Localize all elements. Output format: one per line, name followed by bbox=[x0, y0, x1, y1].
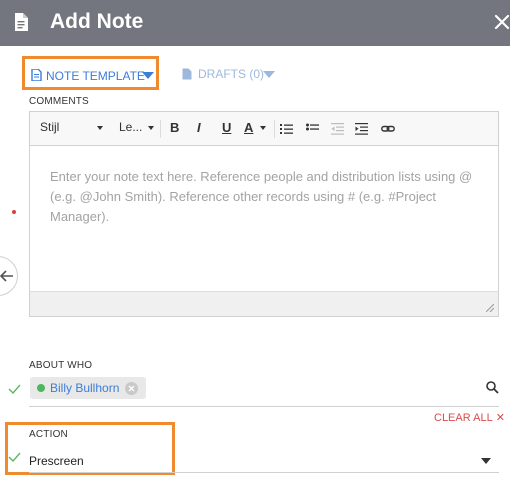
italic-button[interactable]: I bbox=[197, 120, 201, 138]
dialog-title: Add Note bbox=[50, 10, 144, 33]
numbered-list-icon[interactable] bbox=[280, 120, 294, 138]
toolbar-divider bbox=[274, 120, 275, 138]
document-icon bbox=[31, 69, 42, 81]
check-icon bbox=[8, 384, 21, 394]
caret-down-icon bbox=[148, 126, 154, 130]
font-color-label: A bbox=[244, 120, 254, 135]
bold-button[interactable]: B bbox=[170, 120, 179, 138]
size-dropdown-label: Le... bbox=[119, 120, 143, 134]
note-template-button[interactable]: NOTE TEMPLATE bbox=[22, 56, 159, 90]
caret-down-icon bbox=[263, 71, 275, 78]
check-icon bbox=[8, 452, 21, 462]
arrow-left-icon bbox=[0, 270, 13, 282]
style-dropdown[interactable]: Stijl bbox=[40, 120, 104, 138]
caret-down-icon bbox=[260, 126, 266, 130]
clear-all-button[interactable]: CLEAR ALL ✕ bbox=[434, 411, 505, 424]
underline-button[interactable]: U bbox=[222, 120, 231, 138]
decrease-indent-icon[interactable] bbox=[331, 120, 345, 138]
link-icon[interactable] bbox=[381, 120, 395, 138]
comments-label: COMMENTS bbox=[29, 96, 89, 107]
caret-down-icon bbox=[142, 72, 154, 79]
person-chip-name[interactable]: Billy Bullhorn bbox=[50, 381, 119, 395]
font-color-button[interactable]: A bbox=[244, 120, 272, 138]
action-label: ACTION bbox=[29, 429, 68, 440]
size-dropdown[interactable]: Le... bbox=[119, 120, 155, 138]
document-icon bbox=[15, 13, 28, 31]
editor-statusbar bbox=[30, 291, 498, 316]
collapse-panel-button[interactable] bbox=[0, 256, 18, 296]
close-icon: ✕ bbox=[495, 412, 505, 424]
remove-chip-button[interactable] bbox=[125, 382, 138, 395]
close-icon bbox=[128, 385, 135, 392]
note-template-label: NOTE TEMPLATE bbox=[46, 69, 145, 83]
caret-down-icon[interactable] bbox=[481, 458, 491, 464]
about-who-underline bbox=[29, 406, 499, 407]
drafts-label: DRAFTS (0) bbox=[198, 67, 264, 81]
about-who-label: ABOUT WHO bbox=[29, 360, 93, 371]
editor-toolbar: Stijl Le... B I U A bbox=[30, 112, 498, 146]
status-dot bbox=[37, 384, 45, 392]
clear-all-label: CLEAR ALL bbox=[434, 412, 493, 424]
action-underline bbox=[29, 472, 499, 473]
action-select[interactable]: Prescreen bbox=[29, 454, 84, 468]
person-chip[interactable]: Billy Bullhorn bbox=[30, 377, 146, 399]
search-icon[interactable] bbox=[486, 381, 499, 394]
comments-editor[interactable]: Stijl Le... B I U A Enter your note text… bbox=[29, 111, 499, 317]
bulleted-list-icon[interactable] bbox=[306, 120, 320, 138]
caret-down-icon bbox=[97, 126, 103, 130]
comments-placeholder[interactable]: Enter your note text here. Reference peo… bbox=[50, 167, 480, 227]
required-indicator bbox=[12, 210, 16, 214]
close-icon[interactable] bbox=[494, 13, 510, 31]
dialog-header: Add Note bbox=[0, 0, 510, 46]
toolbar-divider bbox=[160, 120, 161, 138]
document-icon bbox=[182, 68, 192, 80]
resize-grip-icon[interactable] bbox=[486, 304, 494, 312]
style-dropdown-label: Stijl bbox=[40, 120, 60, 134]
increase-indent-icon[interactable] bbox=[355, 120, 369, 138]
